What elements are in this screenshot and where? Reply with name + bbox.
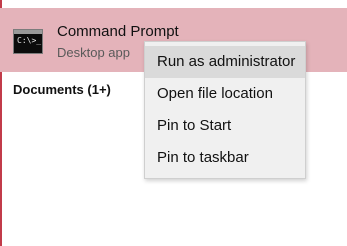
menu-item-open-file-location[interactable]: Open file location [145, 78, 305, 110]
menu-item-pin-to-taskbar[interactable]: Pin to taskbar [145, 142, 305, 174]
menu-item-pin-to-start[interactable]: Pin to Start [145, 110, 305, 142]
context-menu: Run as administrator Open file location … [144, 41, 306, 179]
icon-titlebar [14, 30, 42, 34]
documents-section-header[interactable]: Documents (1+) [13, 82, 111, 97]
search-results-panel: C:\>_ Command Prompt Desktop app Documen… [0, 0, 347, 246]
result-title: Command Prompt [57, 23, 179, 40]
icon-glyph: C:\>_ [17, 36, 42, 45]
command-prompt-icon: C:\>_ [13, 29, 43, 54]
result-subtitle: Desktop app [57, 45, 130, 60]
menu-item-run-as-administrator[interactable]: Run as administrator [145, 46, 305, 78]
